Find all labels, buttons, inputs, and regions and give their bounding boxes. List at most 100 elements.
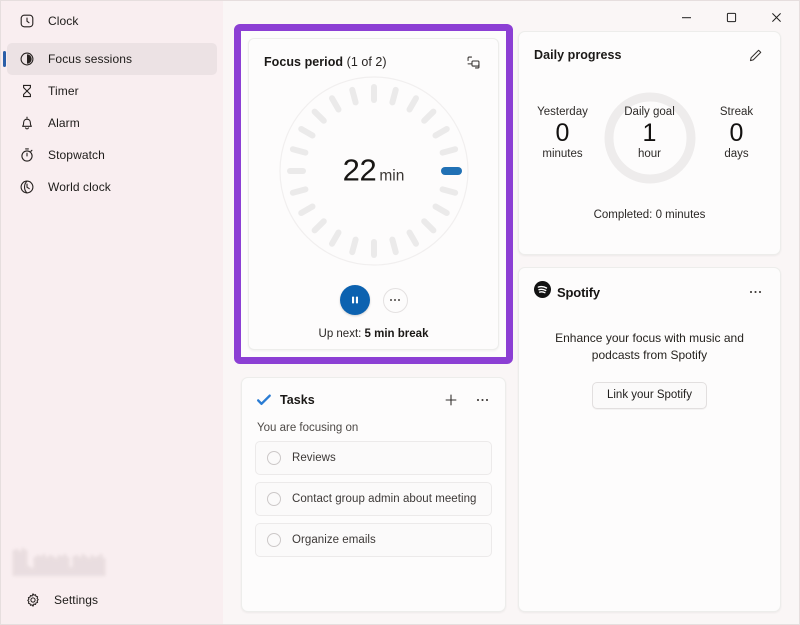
close-button[interactable] — [754, 1, 799, 33]
focus-period-header: Focus period (1 of 2) — [249, 39, 498, 73]
clock-app-window: Clock Focus sessions Timer Alarm Stopwat… — [0, 0, 800, 625]
link-your-spotify-button[interactable]: Link your Spotify — [591, 381, 707, 409]
stat-value: 0 — [555, 119, 570, 147]
dial-tick — [388, 236, 399, 256]
account-placeholder-blurred[interactable] — [13, 548, 108, 576]
task-checkbox[interactable] — [267, 533, 281, 547]
dial-tick — [431, 203, 450, 216]
pause-button[interactable] — [339, 285, 370, 315]
dial-tick — [328, 95, 341, 113]
task-checkbox[interactable] — [267, 451, 281, 465]
microsoft-todo-icon — [256, 392, 272, 408]
content-columns: Focus period (1 of 2) 22 min Up next: 5 … — [234, 24, 781, 612]
dial-tick — [420, 218, 436, 234]
sidebar-item-label: Settings — [54, 593, 99, 607]
dial-tick — [439, 146, 458, 156]
sidebar-item-label: Focus sessions — [48, 52, 133, 66]
add-task-button[interactable] — [440, 389, 462, 411]
dial-tick — [311, 108, 327, 124]
spotify-card: Spotify Enhance your focus with music an… — [518, 267, 781, 612]
stat-unit: hour — [637, 147, 662, 160]
dial-tick — [289, 186, 308, 196]
tasks-actions — [440, 389, 493, 411]
sidebar-item-label: Stopwatch — [48, 148, 105, 162]
tasks-title-row: Tasks — [256, 389, 493, 411]
stat-unit: days — [724, 147, 749, 160]
sidebar-item-focus-sessions[interactable]: Focus sessions — [3, 43, 217, 75]
task-row[interactable]: Reviews — [255, 441, 492, 475]
sidebar-item-timer[interactable]: Timer — [7, 75, 217, 107]
minimize-button[interactable] — [664, 1, 709, 33]
dial-tick — [406, 95, 419, 113]
dial-svg — [278, 76, 469, 266]
dial-ticks — [286, 84, 462, 258]
focus-timer-dial[interactable]: 22 min — [276, 73, 472, 269]
main-content: Focus period (1 of 2) 22 min Up next: 5 … — [223, 1, 799, 624]
stat-streak: Streak 0 days — [693, 106, 780, 160]
sidebar-item-label: World clock — [48, 180, 111, 194]
spotify-logo-icon — [534, 281, 551, 303]
spotify-name: Spotify — [557, 284, 601, 300]
focus-period-subtitle: (1 of 2) — [346, 55, 387, 69]
task-label: Organize emails — [292, 534, 376, 546]
tasks-card: Tasks You are focusing on Reviews Contac… — [241, 377, 506, 612]
maximize-button[interactable] — [709, 1, 754, 33]
focus-period-title-text: Focus period — [264, 55, 344, 69]
selection-indicator — [3, 51, 6, 67]
stat-daily-goal: Daily goal 1 hour — [606, 106, 693, 160]
tasks-more-options-button[interactable] — [471, 389, 493, 411]
daily-progress-header: Daily progress — [519, 32, 780, 66]
spotify-description: Enhance your focus with music and podcas… — [555, 331, 744, 363]
sidebar-item-clock[interactable]: Clock — [7, 5, 217, 37]
task-row[interactable]: Organize emails — [255, 523, 492, 557]
task-row[interactable]: Contact group admin about meeting — [255, 482, 492, 516]
stat-unit: minutes — [542, 147, 583, 160]
sidebar-item-settings[interactable]: Settings — [13, 585, 218, 615]
dial-tick — [297, 203, 316, 216]
sidebar-item-label: Timer — [48, 84, 79, 98]
dial-tick — [388, 86, 399, 106]
sidebar-item-stopwatch[interactable]: Stopwatch — [7, 139, 217, 171]
spotify-logo-group: Spotify — [534, 281, 600, 303]
compact-view-icon[interactable] — [462, 51, 484, 73]
spotify-header: Spotify — [519, 268, 780, 303]
task-label: Contact group admin about meeting — [292, 493, 477, 505]
focus-timer-controls — [249, 285, 498, 315]
daily-progress-actions — [744, 44, 766, 66]
task-label: Reviews — [292, 452, 336, 464]
bell-icon — [18, 115, 35, 132]
stopwatch-icon — [18, 147, 35, 164]
dial-tick — [431, 126, 450, 139]
stat-value: 1 — [642, 119, 657, 147]
window-controls — [664, 1, 799, 33]
sidebar-item-alarm[interactable]: Alarm — [7, 107, 217, 139]
focus-period-card: Focus period (1 of 2) 22 min Up next: 5 … — [248, 38, 499, 350]
right-column: Daily progress Yesterday 0 minutes Daily… — [518, 31, 781, 612]
pencil-icon[interactable] — [744, 44, 766, 66]
tasks-header: Tasks — [242, 378, 505, 411]
dial-tick — [406, 229, 419, 247]
focus-more-options-button[interactable] — [382, 287, 408, 313]
task-checkbox[interactable] — [267, 492, 281, 506]
daily-progress-card: Daily progress Yesterday 0 minutes Daily… — [518, 31, 781, 255]
focus-period-actions — [462, 51, 484, 73]
hourglass-icon — [18, 83, 35, 100]
stat-name: Streak — [719, 106, 754, 118]
dial-tick — [297, 126, 316, 139]
stat-yesterday: Yesterday 0 minutes — [519, 106, 606, 160]
dial-tick — [348, 236, 359, 256]
spotify-more-options-button[interactable] — [744, 281, 766, 303]
focus-period-highlight: Focus period (1 of 2) 22 min Up next: 5 … — [234, 24, 513, 364]
dial-tick — [311, 218, 327, 234]
focus-sessions-icon — [18, 51, 35, 68]
stat-value: 0 — [729, 119, 744, 147]
sidebar-item-label: Alarm — [48, 116, 80, 130]
sidebar-item-label: Clock — [48, 14, 79, 28]
tasks-subtitle: You are focusing on — [257, 422, 359, 434]
dial-tick — [348, 86, 359, 106]
focus-period-title: Focus period (1 of 2) — [264, 55, 387, 69]
dial-tick — [289, 146, 308, 156]
sidebar-item-world-clock[interactable]: World clock — [7, 171, 217, 203]
left-column: Focus period (1 of 2) 22 min Up next: 5 … — [234, 24, 513, 612]
completed-label: Completed: 0 minutes — [593, 209, 706, 221]
